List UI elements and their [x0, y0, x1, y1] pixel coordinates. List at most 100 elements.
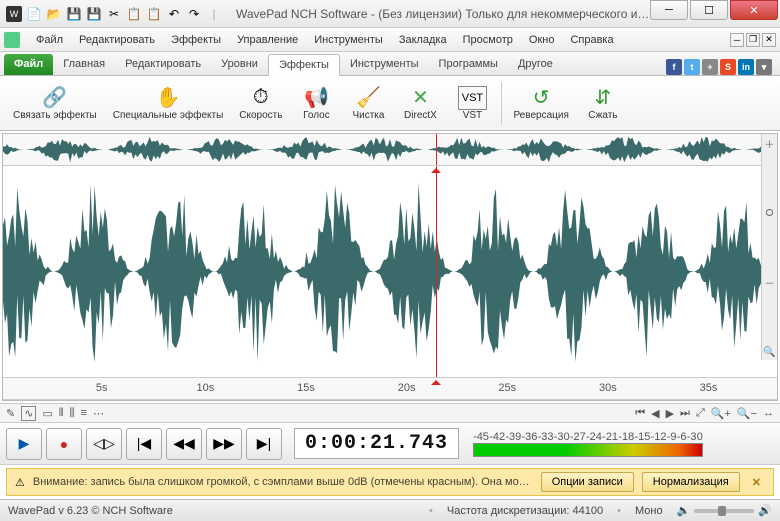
- hzoom-in-icon[interactable]: 🔍+: [711, 407, 731, 420]
- vruler-tool-icon[interactable]: ⫴: [59, 407, 64, 420]
- minimize-button[interactable]: ─: [650, 0, 688, 20]
- hscroll-right-icon[interactable]: ▶: [666, 407, 674, 420]
- open-icon[interactable]: 📂: [46, 6, 62, 22]
- normalize-button[interactable]: Нормализация: [642, 472, 740, 492]
- waveform-main[interactable]: [3, 166, 777, 378]
- waveform-overview[interactable]: [3, 134, 777, 166]
- voice-button[interactable]: 📢Голос: [291, 79, 341, 127]
- hzoom-fit-icon[interactable]: ⤢: [696, 407, 705, 420]
- menu-help[interactable]: Справка: [562, 31, 621, 49]
- quick-access-toolbar: W 📄 📂 💾 💾 ✂ 📋 📋 ↶ ↷ |: [0, 6, 228, 22]
- meter-bar: [473, 443, 703, 457]
- copy-icon[interactable]: 📋: [126, 6, 142, 22]
- compress-icon: ⇵: [594, 86, 611, 110]
- menu-tools[interactable]: Инструменты: [306, 31, 391, 49]
- tab-6[interactable]: Программы: [429, 54, 508, 75]
- directx-label: DirectX: [404, 110, 437, 121]
- menu-edit[interactable]: Редактировать: [71, 31, 163, 49]
- volume-slider[interactable]: [694, 509, 754, 513]
- tab-7[interactable]: Другое: [508, 54, 563, 75]
- hscroll-end-icon[interactable]: ⏭: [680, 407, 690, 420]
- tool-row: ✎ ∿ ▭ ⫴ ⫼ ≡ ⋯ ⏮ ◀ ▶ ⏭ ⤢ 🔍+ 🔍− ↔: [0, 403, 780, 423]
- hscroll-start-icon[interactable]: ⏮: [635, 407, 645, 420]
- vzoom-search-icon[interactable]: 🔍: [763, 347, 775, 358]
- save-all-icon[interactable]: 💾: [86, 6, 102, 22]
- forward-end-button[interactable]: ▶|: [246, 428, 282, 460]
- dots-tool-icon[interactable]: ⋯: [93, 407, 104, 420]
- record-options-button[interactable]: Опции записи: [541, 472, 634, 492]
- tab-2[interactable]: Редактировать: [115, 54, 211, 75]
- time-mark: 20s: [398, 382, 416, 394]
- tab-4[interactable]: Эффекты: [268, 54, 340, 76]
- special-effects-button[interactable]: ✋Специальные эффекты: [106, 79, 231, 127]
- hzoom-sel-icon[interactable]: ↔: [763, 407, 774, 419]
- chain-effects-label: Связать эффекты: [13, 110, 97, 121]
- undo-icon[interactable]: ↶: [166, 6, 182, 22]
- region-tool-icon[interactable]: ▭: [42, 407, 52, 420]
- overview-playhead[interactable]: [436, 134, 437, 165]
- record-button[interactable]: ●: [46, 428, 82, 460]
- warning-close-icon[interactable]: ✕: [748, 476, 765, 489]
- ribbon: 🔗Связать эффекты✋Специальные эффекты⏱Ско…: [0, 76, 780, 131]
- tab-0[interactable]: Файл: [4, 54, 53, 75]
- menu-bookmark[interactable]: Закладка: [391, 31, 455, 49]
- hscroll-left-icon[interactable]: ◀: [651, 407, 659, 420]
- menu-effects[interactable]: Эффекты: [163, 31, 229, 49]
- tab-3[interactable]: Уровни: [211, 54, 268, 75]
- twitter-icon[interactable]: t: [684, 59, 700, 75]
- linkedin-icon[interactable]: in: [738, 59, 754, 75]
- cut-icon[interactable]: ✂: [106, 6, 122, 22]
- rewind-start-button[interactable]: |◀: [126, 428, 162, 460]
- compress-button[interactable]: ⇵Сжать: [578, 79, 628, 127]
- stop-sel-button[interactable]: ◁▷: [86, 428, 122, 460]
- wform-tool-icon[interactable]: ≡: [81, 407, 87, 419]
- speaker-low-icon[interactable]: 🔈: [677, 504, 691, 517]
- menubar-min-icon[interactable]: ─: [730, 33, 744, 47]
- cleanup-button[interactable]: 🧹Чистка: [343, 79, 393, 127]
- new-icon[interactable]: 📄: [26, 6, 42, 22]
- vst-button[interactable]: VSTVST: [447, 79, 497, 127]
- vzoom-out-icon[interactable]: －: [765, 275, 775, 290]
- playhead[interactable]: [436, 166, 437, 377]
- chain-effects-button[interactable]: 🔗Связать эффекты: [6, 79, 104, 127]
- save-icon[interactable]: 💾: [66, 6, 82, 22]
- select-tool-icon[interactable]: ∿: [21, 406, 36, 421]
- menu-view[interactable]: Просмотр: [455, 31, 521, 49]
- speed-button[interactable]: ⏱Скорость: [232, 79, 289, 127]
- more-icon[interactable]: ▾: [756, 59, 772, 75]
- menu-file[interactable]: Файл: [28, 31, 71, 49]
- maximize-button[interactable]: ☐: [690, 0, 728, 20]
- menu-window[interactable]: Окно: [521, 31, 563, 49]
- app-menu-icon[interactable]: [4, 32, 20, 48]
- rewind-button[interactable]: ◀◀: [166, 428, 202, 460]
- pencil-tool-icon[interactable]: ✎: [6, 407, 15, 420]
- vruler2-tool-icon[interactable]: ⫼: [69, 407, 74, 420]
- redo-icon[interactable]: ↷: [186, 6, 202, 22]
- directx-button[interactable]: ✕DirectX: [395, 79, 445, 127]
- forward-button[interactable]: ▶▶: [206, 428, 242, 460]
- speaker-high-icon[interactable]: 🔊: [758, 504, 772, 517]
- time-mark: 10s: [197, 382, 215, 394]
- window-title: WavePad NCH Software - (Без лицензии) То…: [228, 7, 650, 21]
- play-button[interactable]: ▶: [6, 428, 42, 460]
- menubar-restore-icon[interactable]: ❐: [746, 33, 760, 47]
- time-ruler[interactable]: 5s10s15s20s25s30s35s: [3, 378, 777, 400]
- paste-icon[interactable]: 📋: [146, 6, 162, 22]
- menubar-close-icon[interactable]: ✕: [762, 33, 776, 47]
- time-mark: 15s: [297, 382, 315, 394]
- hzoom-out-icon[interactable]: 🔍−: [737, 407, 757, 420]
- google-icon[interactable]: +: [702, 59, 718, 75]
- menu-control[interactable]: Управление: [229, 31, 306, 49]
- tab-1[interactable]: Главная: [53, 54, 115, 75]
- vzoom-reset-icon[interactable]: ⭘: [766, 208, 774, 219]
- level-meter: -45-42-39-36-33-30-27-24-21-18-15-12-9-6…: [473, 431, 703, 457]
- tab-5[interactable]: Инструменты: [340, 54, 429, 75]
- social-bar: ft+Sin▾: [666, 59, 776, 75]
- status-bar: WavePad v 6.23 © NCH Software • Частота …: [0, 499, 780, 521]
- special-effects-label: Специальные эффекты: [113, 110, 224, 121]
- stumble-icon[interactable]: S: [720, 59, 736, 75]
- facebook-icon[interactable]: f: [666, 59, 682, 75]
- vzoom-in-icon[interactable]: ＋: [765, 136, 775, 151]
- reverse-button[interactable]: ↺Реверсация: [506, 79, 575, 127]
- close-button[interactable]: ✕: [730, 0, 778, 20]
